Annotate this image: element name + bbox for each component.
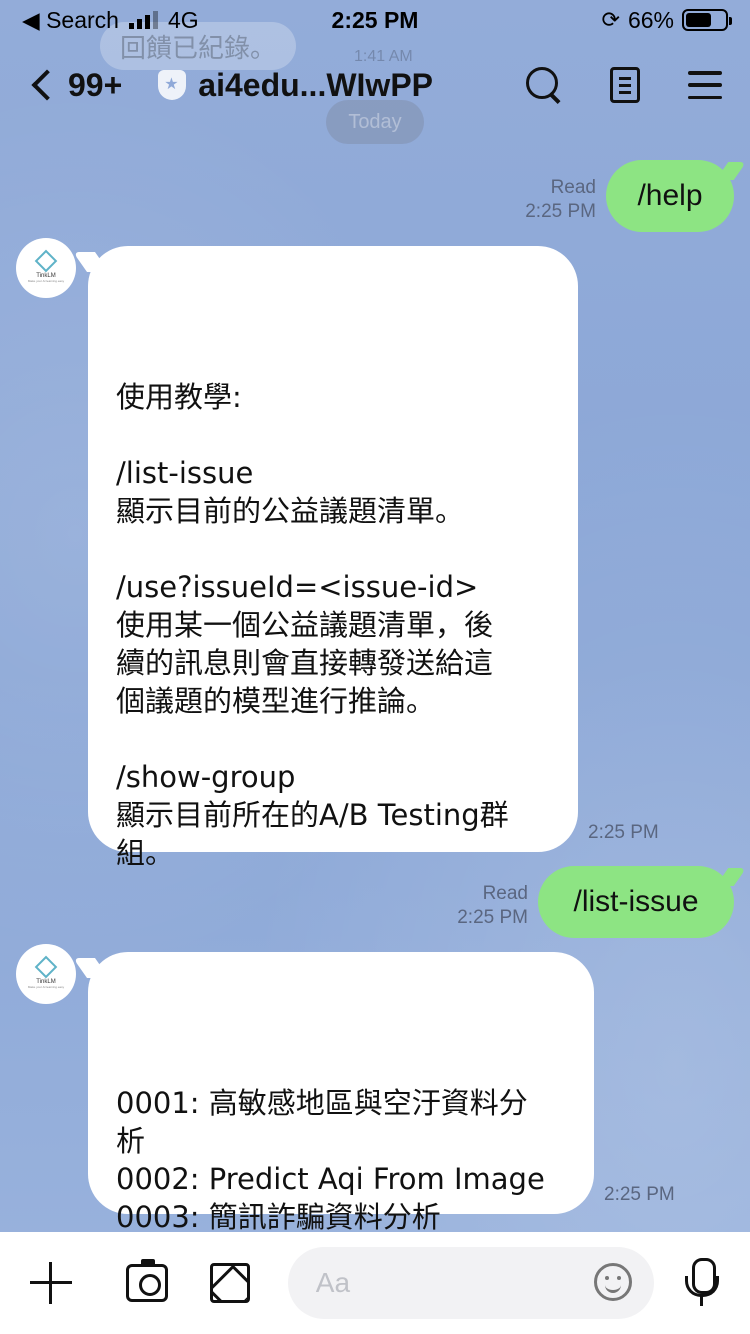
- message-text: 使用教學: /list-issue 顯示目前的公益議題清單。 /use?issu…: [116, 380, 509, 870]
- chat-title: ai4edu...WIwPP: [198, 66, 433, 103]
- bot-avatar-tagline: Make your AI learning easy: [27, 279, 65, 283]
- back-button[interactable]: 99+: [28, 67, 122, 104]
- outgoing-message-bubble[interactable]: /help: [606, 160, 734, 232]
- read-receipt: Read: [482, 883, 528, 904]
- bot-logo-icon: [34, 955, 58, 979]
- message-input[interactable]: [315, 1267, 596, 1299]
- search-icon[interactable]: [526, 67, 562, 103]
- message-time: 2:25 PM: [457, 907, 528, 928]
- bot-avatar[interactable]: TinkLM Make your AI learning easy: [16, 944, 76, 1004]
- chat-title-area[interactable]: ai4edu...WIwPP: [158, 67, 433, 104]
- outgoing-message-bubble[interactable]: /list-issue: [538, 866, 734, 938]
- chat-header: 99+ ai4edu...WIwPP: [0, 52, 750, 118]
- battery-percent: 66%: [627, 6, 674, 33]
- chevron-left-icon: [31, 69, 63, 101]
- network-type: 4G: [167, 6, 199, 33]
- verified-shield-icon: [158, 70, 187, 100]
- message-text: 0001: 高敏感地區與空汙資料分 析 0002: Predict Aqi Fr…: [116, 1086, 545, 1234]
- message-text: /help: [637, 179, 703, 212]
- image-icon[interactable]: [209, 1263, 250, 1303]
- status-bar: ◀ Search 4G 2:25 PM ⟳ 66%: [0, 0, 750, 40]
- message-text: /list-issue: [573, 885, 699, 918]
- note-icon[interactable]: [610, 67, 640, 103]
- incoming-message-bubble[interactable]: 0001: 高敏感地區與空汙資料分 析 0002: Predict Aqi Fr…: [88, 952, 594, 1234]
- message-time: 2:25 PM: [588, 822, 659, 843]
- bot-avatar[interactable]: TinkLM Make your AI learning easy: [16, 238, 76, 298]
- read-receipt: Read: [550, 177, 596, 198]
- battery-icon: [682, 9, 732, 31]
- message-time: 2:25 PM: [525, 201, 596, 222]
- signal-icon: [128, 11, 158, 29]
- bot-logo-icon: [34, 249, 58, 273]
- back-to-search-link[interactable]: ◀ Search: [22, 7, 119, 34]
- bot-avatar-tagline: Make your AI learning easy: [27, 985, 65, 989]
- emoji-icon[interactable]: [594, 1263, 633, 1301]
- rotation-lock-icon: ⟳: [601, 7, 620, 32]
- unread-count: 99+: [68, 66, 123, 103]
- message-input-container[interactable]: [287, 1247, 655, 1319]
- status-time: 2:25 PM: [331, 6, 419, 33]
- menu-icon[interactable]: [688, 71, 722, 99]
- message-time: 2:25 PM: [604, 1184, 675, 1205]
- message-meta: Read 2:25 PM: [500, 176, 596, 224]
- incoming-message-bubble[interactable]: 使用教學: /list-issue 顯示目前的公益議題清單。 /use?issu…: [88, 246, 578, 870]
- microphone-icon[interactable]: [682, 1258, 720, 1308]
- plus-icon[interactable]: [30, 1262, 72, 1304]
- camera-icon[interactable]: [125, 1259, 168, 1302]
- composer-bar: [0, 1232, 750, 1334]
- message-meta: Read 2:25 PM: [432, 882, 528, 930]
